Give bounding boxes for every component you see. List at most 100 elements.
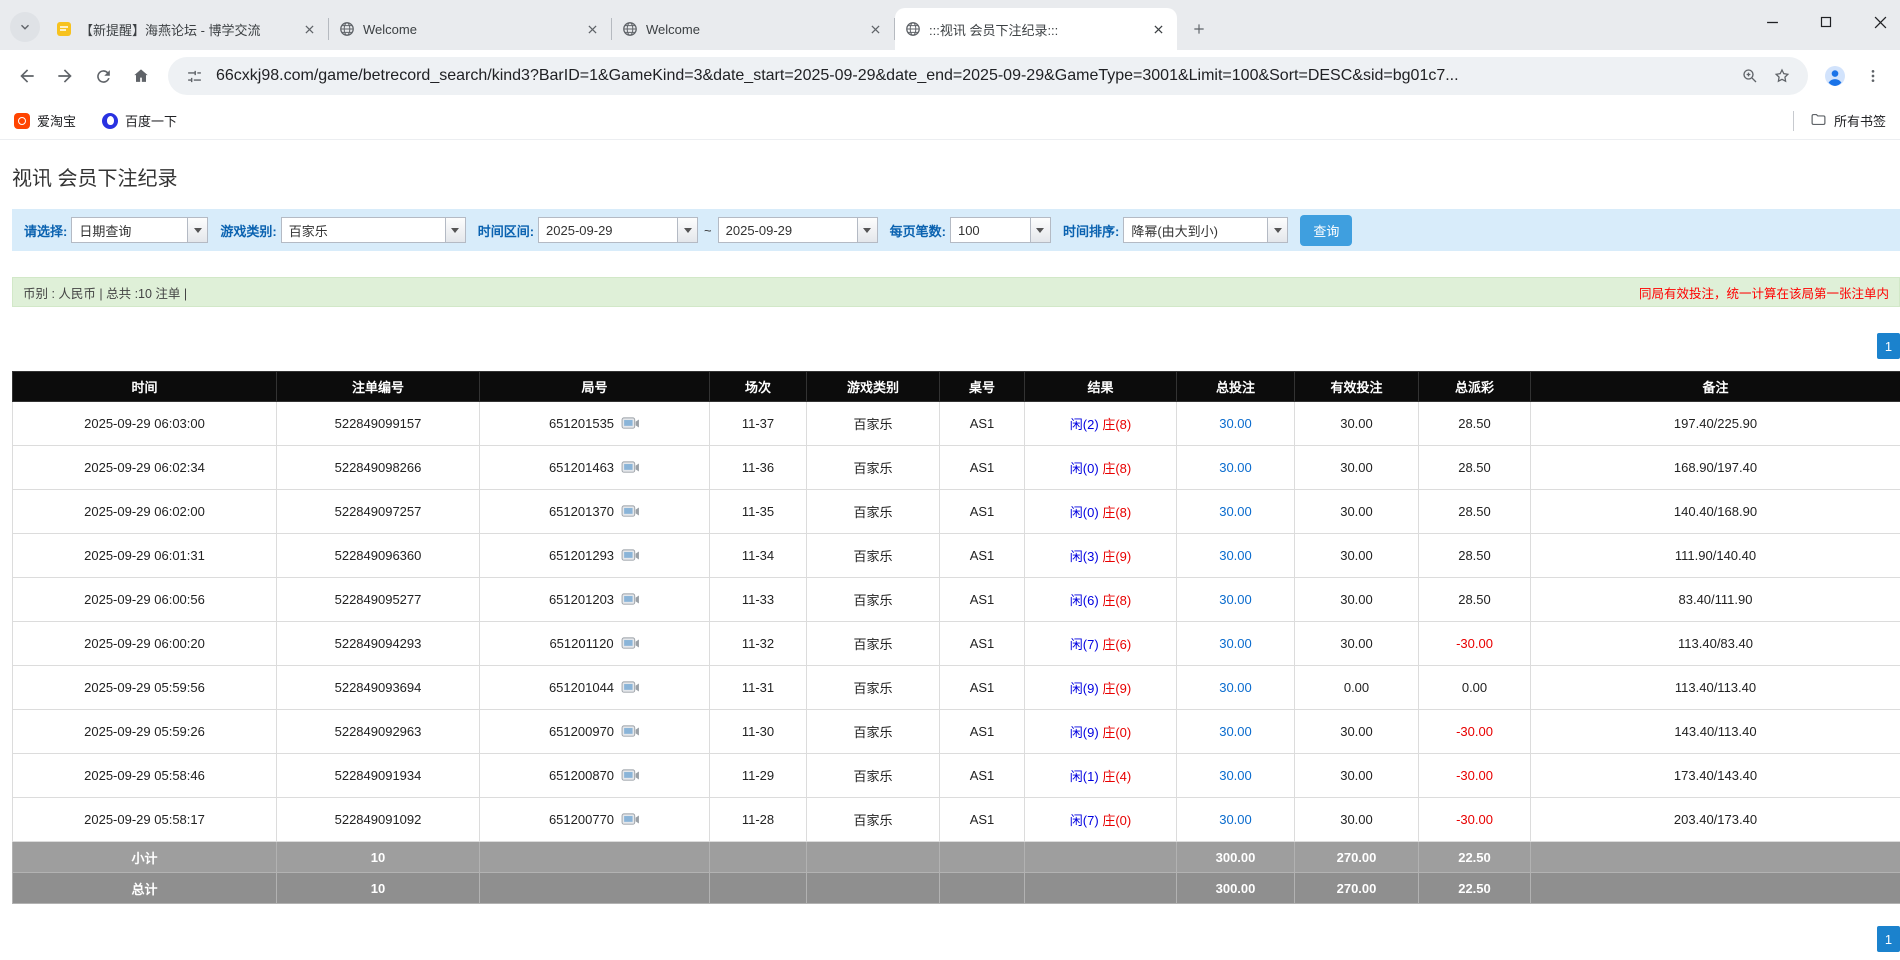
cell-round: 651200770	[480, 798, 710, 842]
result-banker: 庄(0)	[1102, 813, 1131, 828]
cell-bet-no: 522849091934	[277, 754, 480, 798]
cell-game-type: 百家乐	[807, 666, 940, 710]
round-video-icon[interactable]	[621, 460, 640, 475]
cell-valid-bet: 0.00	[1295, 666, 1419, 710]
page-size-combobox[interactable]: 100	[950, 217, 1051, 243]
subtotal-row: 小计 10 300.00 270.00 22.50	[13, 842, 1900, 873]
table-header-row: 时间 注单编号 局号 场次 游戏类别 桌号 结果 总投注 有效投注 总派彩 备注	[13, 372, 1900, 402]
bookmark-baidu[interactable]: 百度一下	[102, 111, 177, 130]
all-bookmarks-label: 所有书签	[1834, 111, 1886, 130]
tab-close-icon[interactable]	[866, 20, 884, 38]
total-bet-link[interactable]: 30.00	[1219, 460, 1252, 475]
round-video-icon[interactable]	[621, 636, 640, 651]
total-bet-link[interactable]: 30.00	[1219, 768, 1252, 783]
search-button[interactable]: 查询	[1300, 215, 1352, 246]
minimize-button[interactable]	[1762, 12, 1782, 32]
total-bet-link[interactable]: 30.00	[1219, 416, 1252, 431]
header-result: 结果	[1025, 372, 1177, 402]
home-button[interactable]	[122, 57, 160, 95]
page-1-button[interactable]: 1	[1877, 926, 1900, 952]
header-session: 场次	[710, 372, 807, 402]
forward-button[interactable]	[46, 57, 84, 95]
result-player: 闲(1)	[1070, 769, 1099, 784]
cell-valid-bet: 30.00	[1295, 798, 1419, 842]
tab-search-button[interactable]	[10, 12, 40, 42]
round-video-icon[interactable]	[621, 592, 640, 607]
folder-icon	[1810, 111, 1827, 131]
total-bet-link[interactable]: 30.00	[1219, 548, 1252, 563]
cell-time: 2025-09-29 06:02:34	[13, 446, 277, 490]
tab-close-icon[interactable]	[583, 20, 601, 38]
site-info-icon[interactable]	[182, 64, 206, 88]
round-video-icon[interactable]	[621, 724, 640, 739]
cell-table: AS1	[940, 622, 1025, 666]
tab-close-icon[interactable]	[300, 20, 318, 38]
chevron-down-icon[interactable]	[445, 218, 465, 242]
back-button[interactable]	[8, 57, 46, 95]
header-game-type: 游戏类别	[807, 372, 940, 402]
round-video-icon[interactable]	[621, 548, 640, 563]
chevron-down-icon[interactable]	[1030, 218, 1050, 242]
round-number: 651201370	[549, 504, 614, 519]
tab-bet-records[interactable]: :::视讯 会员下注纪录:::	[895, 8, 1177, 50]
chevron-down-icon[interactable]	[857, 218, 877, 242]
round-video-icon[interactable]	[621, 680, 640, 695]
cell-total-bet: 30.00	[1177, 666, 1295, 710]
total-bet-link[interactable]: 30.00	[1219, 592, 1252, 607]
round-video-icon[interactable]	[621, 812, 640, 827]
tab-welcome-1[interactable]: Welcome	[329, 8, 611, 50]
address-bar[interactable]: 66cxkj98.com/game/betrecord_search/kind3…	[168, 57, 1808, 95]
sort-order-combobox[interactable]: 降幂(由大到小)	[1123, 217, 1288, 243]
chevron-down-icon[interactable]	[677, 218, 697, 242]
tab-strip: 【新提醒】海燕论坛 - 博学交流 Welcome Welcome :::视讯 会…	[0, 0, 1900, 50]
reload-button[interactable]	[84, 57, 122, 95]
new-tab-button[interactable]	[1185, 15, 1213, 43]
round-video-icon[interactable]	[621, 504, 640, 519]
maximize-button[interactable]	[1816, 12, 1836, 32]
page-1-button[interactable]: 1	[1877, 333, 1900, 359]
cell-time: 2025-09-29 06:01:31	[13, 534, 277, 578]
total-bet-link[interactable]: 30.00	[1219, 812, 1252, 827]
date-end-picker[interactable]: 2025-09-29	[718, 217, 878, 243]
total-total-bet: 300.00	[1177, 873, 1295, 904]
date-start-picker[interactable]: 2025-09-29	[538, 217, 698, 243]
total-valid-bet: 270.00	[1295, 873, 1419, 904]
profile-button[interactable]	[1816, 57, 1854, 95]
filter-page-size-label: 每页笔数:	[890, 221, 946, 240]
all-bookmarks-button[interactable]: 所有书签	[1810, 111, 1886, 131]
game-type-combobox[interactable]: 百家乐	[281, 217, 466, 243]
tab-welcome-2[interactable]: Welcome	[612, 8, 894, 50]
tab-close-icon[interactable]	[1149, 20, 1167, 38]
query-type-combobox[interactable]: 日期查询	[71, 217, 208, 243]
result-player: 闲(2)	[1070, 417, 1099, 432]
cell-valid-bet: 30.00	[1295, 710, 1419, 754]
cell-time: 2025-09-29 05:59:56	[13, 666, 277, 710]
cell-payout: 28.50	[1419, 402, 1531, 446]
total-bet-link[interactable]: 30.00	[1219, 504, 1252, 519]
cell-result: 闲(7) 庄(6)	[1025, 622, 1177, 666]
tab-forum[interactable]: 【新提醒】海燕论坛 - 博学交流	[46, 8, 328, 50]
close-button[interactable]	[1870, 12, 1890, 32]
cell-session: 11-31	[710, 666, 807, 710]
total-bet-link[interactable]: 30.00	[1219, 636, 1252, 651]
cell-time: 2025-09-29 06:03:00	[13, 402, 277, 446]
filter-bar: 请选择: 日期查询 游戏类别: 百家乐 时间区间: 2025-09-29 ~ 2…	[12, 209, 1900, 251]
date-end-value: 2025-09-29	[719, 218, 857, 242]
chevron-down-icon[interactable]	[1267, 218, 1287, 242]
chevron-down-icon[interactable]	[187, 218, 207, 242]
zoom-icon[interactable]	[1738, 64, 1762, 88]
cell-bet-no: 522849099157	[277, 402, 480, 446]
total-bet-link[interactable]: 30.00	[1219, 724, 1252, 739]
bookmark-taobao[interactable]: 爱淘宝	[14, 111, 76, 130]
round-video-icon[interactable]	[621, 768, 640, 783]
query-type-value: 日期查询	[72, 218, 187, 242]
bookmark-star-icon[interactable]	[1770, 64, 1794, 88]
cell-total-bet: 30.00	[1177, 402, 1295, 446]
total-bet-link[interactable]: 30.00	[1219, 680, 1252, 695]
round-number: 651201044	[549, 680, 614, 695]
cell-time: 2025-09-29 05:59:26	[13, 710, 277, 754]
cell-result: 闲(7) 庄(0)	[1025, 798, 1177, 842]
cell-time: 2025-09-29 05:58:46	[13, 754, 277, 798]
menu-kebab-icon[interactable]	[1854, 57, 1892, 95]
round-video-icon[interactable]	[621, 416, 640, 431]
